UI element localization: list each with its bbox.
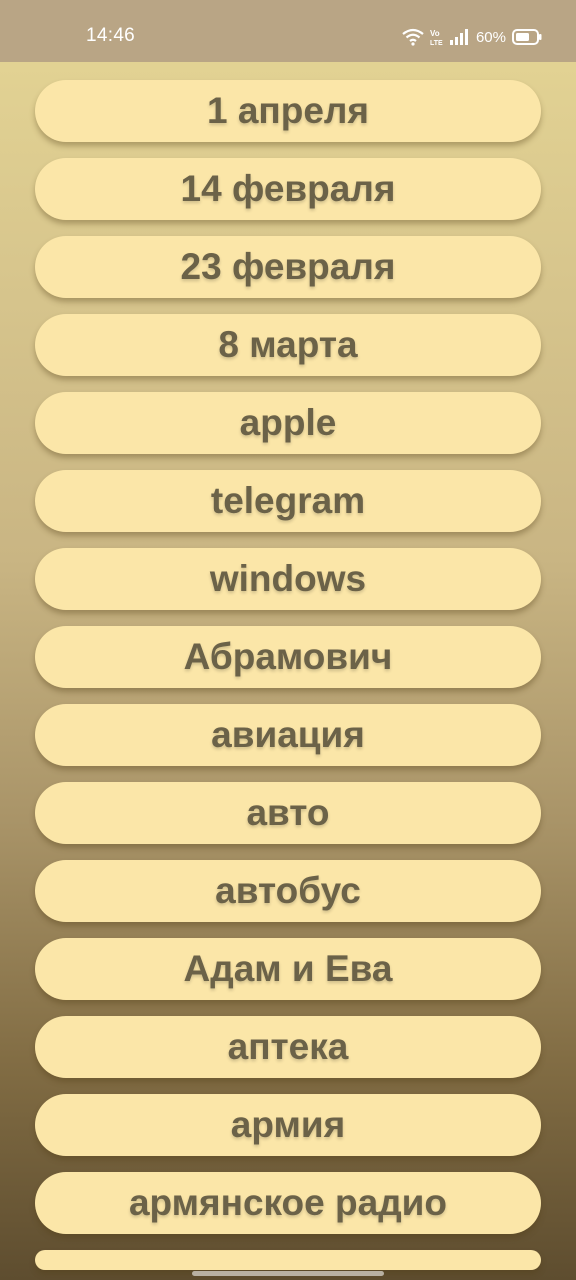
topic-button[interactable]: Абрамович: [35, 626, 541, 688]
topic-button[interactable]: apple: [35, 392, 541, 454]
topic-button[interactable]: армия: [35, 1094, 541, 1156]
battery-percent: 60%: [475, 28, 506, 46]
volte-icon: Vo LTE: [430, 28, 444, 46]
svg-text:Vo: Vo: [430, 29, 440, 38]
topic-button[interactable]: 8 марта: [35, 314, 541, 376]
topic-button[interactable]: армянское радио: [35, 1172, 541, 1234]
topic-button[interactable]: 23 февраля: [35, 236, 541, 298]
status-bar: 14:46 Vo LTE 60%: [0, 0, 576, 62]
battery-icon: [512, 29, 542, 45]
topic-button[interactable]: авто: [35, 782, 541, 844]
status-time: 14:46: [86, 25, 136, 46]
topic-button[interactable]: автобус: [35, 860, 541, 922]
status-icons: Vo LTE 60%: [402, 26, 542, 48]
signal-icon: [449, 29, 470, 45]
topic-button[interactable]: 1 апреля: [35, 80, 541, 142]
topic-button[interactable]: Адам и Ева: [35, 938, 541, 1000]
topic-button[interactable]: 14 февраля: [35, 158, 541, 220]
topic-button[interactable]: windows: [35, 548, 541, 610]
topic-list: 1 апреля 14 февраля 23 февраля 8 марта a…: [35, 80, 541, 1270]
wifi-icon: [402, 28, 424, 46]
topic-button[interactable]: telegram: [35, 470, 541, 532]
topic-button[interactable]: аптека: [35, 1016, 541, 1078]
topic-button[interactable]: авиация: [35, 704, 541, 766]
gesture-navigation-handle[interactable]: [192, 1271, 384, 1276]
topic-button-partial[interactable]: [35, 1250, 541, 1270]
svg-text:LTE: LTE: [430, 40, 443, 46]
